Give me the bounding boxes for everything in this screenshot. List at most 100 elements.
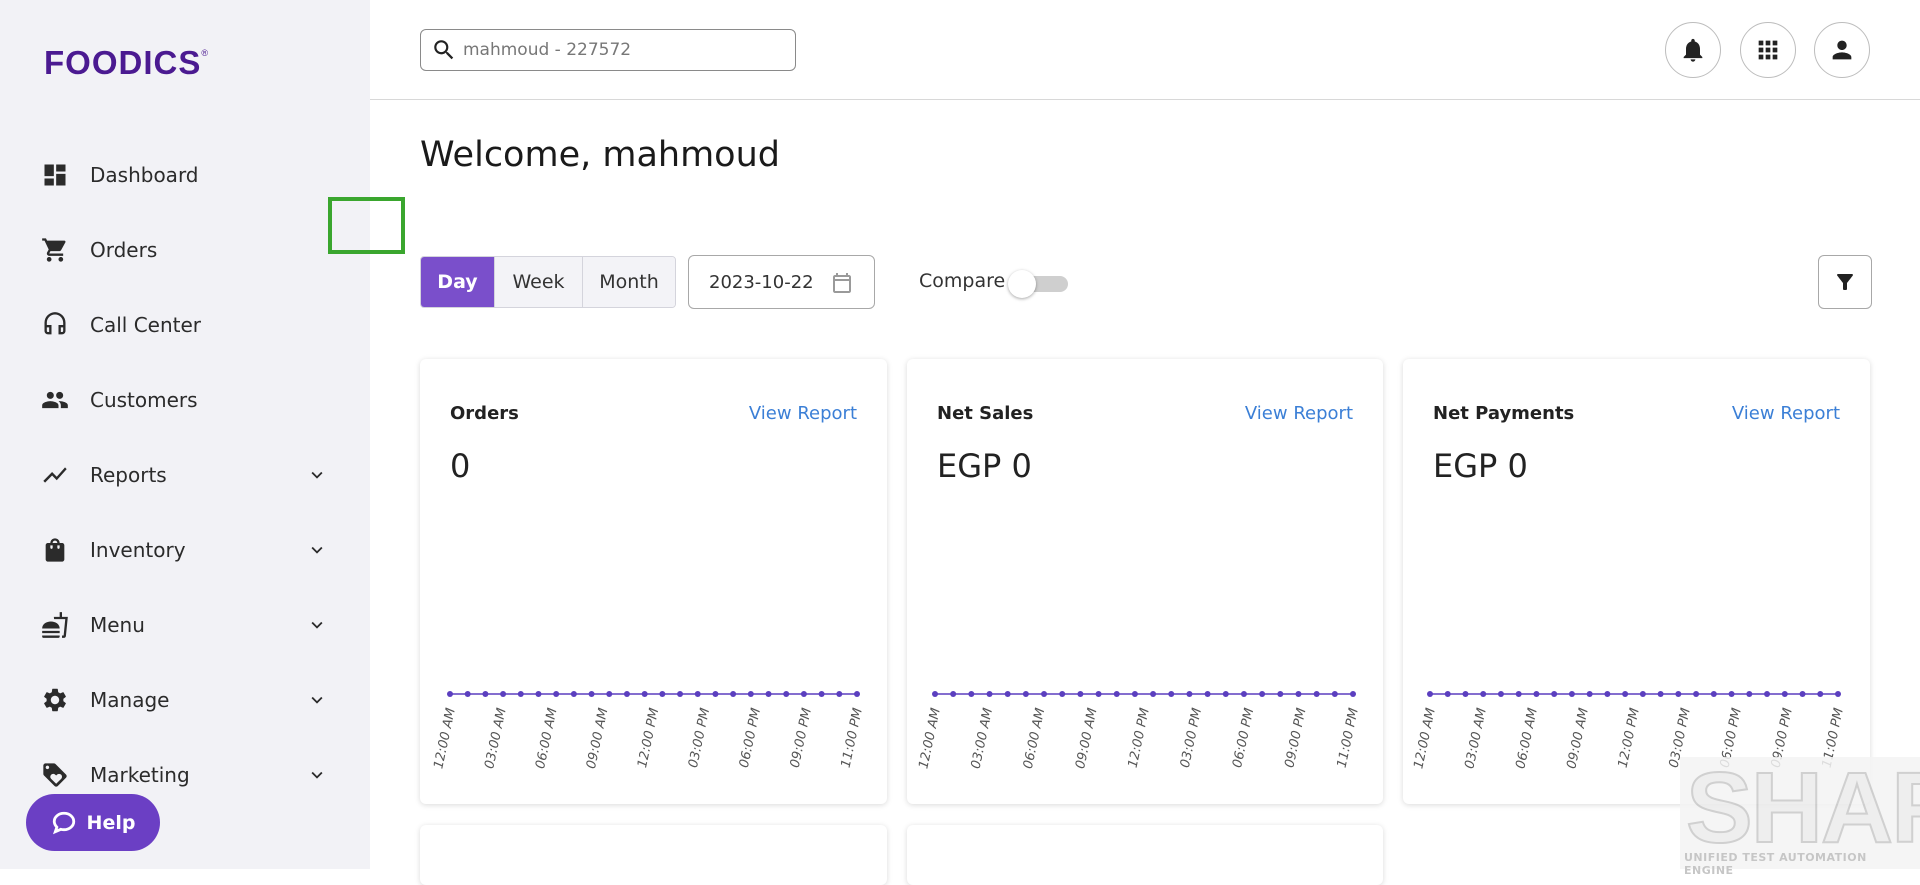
data-point[interactable]	[1059, 691, 1066, 697]
data-point[interactable]	[950, 691, 957, 697]
data-point[interactable]	[1657, 691, 1664, 697]
data-point[interactable]	[1222, 691, 1229, 697]
data-point[interactable]	[1835, 691, 1841, 697]
account-button[interactable]	[1814, 22, 1870, 78]
chevron-down-icon[interactable]	[306, 614, 328, 636]
help-button[interactable]: Help	[26, 794, 160, 851]
data-point[interactable]	[1710, 691, 1717, 697]
filter-button[interactable]	[1818, 255, 1872, 309]
data-point[interactable]	[482, 691, 489, 697]
sidebar-item-dashboard[interactable]: Dashboard	[40, 150, 340, 200]
data-point[interactable]	[1693, 691, 1700, 697]
data-point[interactable]	[1350, 691, 1356, 697]
tab-day[interactable]: Day	[421, 257, 495, 307]
compare-toggle[interactable]	[1008, 270, 1068, 298]
apps-button[interactable]	[1740, 22, 1796, 78]
data-point[interactable]	[800, 691, 807, 697]
business-search[interactable]	[420, 29, 796, 71]
data-point[interactable]	[1604, 691, 1611, 697]
sidebar-item-inventory[interactable]: Inventory	[40, 525, 340, 575]
data-point[interactable]	[553, 691, 560, 697]
data-point[interactable]	[1444, 691, 1451, 697]
data-point[interactable]	[968, 691, 975, 697]
data-point[interactable]	[641, 691, 648, 697]
data-point[interactable]	[1462, 691, 1469, 697]
data-point[interactable]	[986, 691, 993, 697]
data-point[interactable]	[1113, 691, 1120, 697]
data-point[interactable]	[1427, 691, 1433, 697]
data-point[interactable]	[1675, 691, 1682, 697]
data-point[interactable]	[1168, 691, 1175, 697]
data-point[interactable]	[517, 691, 524, 697]
data-point[interactable]	[588, 691, 595, 697]
data-point[interactable]	[1764, 691, 1771, 697]
data-point[interactable]	[1728, 691, 1735, 697]
foodics-logo[interactable]: FOODICS®	[44, 44, 209, 82]
data-point[interactable]	[694, 691, 701, 697]
sidebar-item-customers[interactable]: Customers	[40, 375, 340, 425]
data-point[interactable]	[1022, 691, 1029, 697]
data-point[interactable]	[818, 691, 825, 697]
data-point[interactable]	[1533, 691, 1540, 697]
sidebar-item-call-center[interactable]: Call Center	[40, 300, 340, 350]
data-point[interactable]	[1077, 691, 1084, 697]
sidebar-item-marketing[interactable]: Marketing	[40, 750, 340, 800]
data-point[interactable]	[659, 691, 666, 697]
tab-week[interactable]: Week	[495, 257, 583, 307]
data-point[interactable]	[1331, 691, 1338, 697]
data-point[interactable]	[623, 691, 630, 697]
data-point[interactable]	[1204, 691, 1211, 697]
data-point[interactable]	[677, 691, 684, 697]
sidebar-item-orders[interactable]: Orders	[40, 225, 340, 275]
chevron-down-icon[interactable]	[306, 689, 328, 711]
data-point[interactable]	[1277, 691, 1284, 697]
data-point[interactable]	[1781, 691, 1788, 697]
data-point[interactable]	[747, 691, 754, 697]
data-point[interactable]	[570, 691, 577, 697]
data-point[interactable]	[1515, 691, 1522, 697]
data-point[interactable]	[932, 691, 938, 697]
sidebar-item-reports[interactable]: Reports	[40, 450, 340, 500]
data-point[interactable]	[730, 691, 737, 697]
notifications-button[interactable]	[1665, 22, 1721, 78]
data-point[interactable]	[836, 691, 843, 697]
chevron-down-icon[interactable]	[306, 764, 328, 786]
data-point[interactable]	[1313, 691, 1320, 697]
data-point[interactable]	[1639, 691, 1646, 697]
data-point[interactable]	[1586, 691, 1593, 697]
data-point[interactable]	[1551, 691, 1558, 697]
data-point[interactable]	[854, 691, 860, 697]
data-point[interactable]	[1186, 691, 1193, 697]
view-report-link[interactable]: View Report	[749, 403, 857, 424]
data-point[interactable]	[1295, 691, 1302, 697]
data-point[interactable]	[1568, 691, 1575, 697]
chevron-down-icon[interactable]	[306, 539, 328, 561]
data-point[interactable]	[1095, 691, 1102, 697]
data-point[interactable]	[1041, 691, 1048, 697]
data-point[interactable]	[765, 691, 772, 697]
data-point[interactable]	[1259, 691, 1266, 697]
data-point[interactable]	[783, 691, 790, 697]
data-point[interactable]	[1746, 691, 1753, 697]
data-point[interactable]	[1131, 691, 1138, 697]
data-point[interactable]	[1817, 691, 1824, 697]
data-point[interactable]	[1150, 691, 1157, 697]
data-point[interactable]	[712, 691, 719, 697]
data-point[interactable]	[500, 691, 507, 697]
tab-month[interactable]: Month	[583, 257, 675, 307]
data-point[interactable]	[464, 691, 471, 697]
data-point[interactable]	[606, 691, 613, 697]
search-input[interactable]	[463, 40, 783, 60]
data-point[interactable]	[1240, 691, 1247, 697]
date-picker[interactable]: 2023-10-22	[688, 255, 875, 309]
data-point[interactable]	[1004, 691, 1011, 697]
view-report-link[interactable]: View Report	[1732, 403, 1840, 424]
data-point[interactable]	[1799, 691, 1806, 697]
data-point[interactable]	[447, 691, 453, 697]
view-report-link[interactable]: View Report	[1245, 403, 1353, 424]
sidebar-item-menu[interactable]: Menu	[40, 600, 340, 650]
data-point[interactable]	[1622, 691, 1629, 697]
chevron-down-icon[interactable]	[306, 464, 328, 486]
sidebar-item-manage[interactable]: Manage	[40, 675, 340, 725]
data-point[interactable]	[535, 691, 542, 697]
